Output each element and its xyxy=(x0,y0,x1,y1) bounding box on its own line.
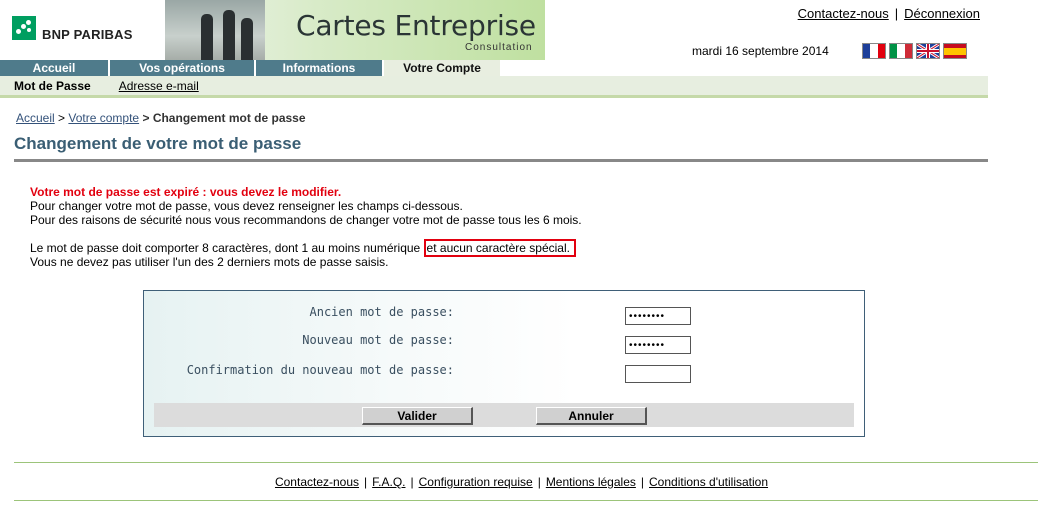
password-info: Votre mot de passe est expiré : vous dev… xyxy=(30,185,582,269)
footer-links: Contactez-nous | F.A.Q. | Configuration requ… xyxy=(0,475,1043,489)
breadcrumb-separator: > xyxy=(58,111,66,125)
info-line: Vous ne devez pas utiliser l'un des 2 de… xyxy=(30,255,389,269)
password-form: Ancien mot de passe: •••••••• Nouveau mo… xyxy=(143,290,865,437)
banner: Cartes Entreprise Consultation xyxy=(165,0,545,60)
footer-divider xyxy=(14,462,1038,463)
sub-nav: Mot de Passe Adresse e-mail xyxy=(0,76,988,98)
cancel-button[interactable]: Annuler xyxy=(536,407,647,425)
spanish-flag-icon[interactable] xyxy=(943,43,967,59)
new-password-field[interactable]: •••••••• xyxy=(625,336,691,354)
nav-item-votre-compte[interactable]: Votre Compte xyxy=(384,60,500,76)
nav-item-informations[interactable]: Informations xyxy=(256,60,384,76)
page-title: Changement de votre mot de passe xyxy=(14,134,302,153)
new-password-row: Nouveau mot de passe: •••••••• xyxy=(144,333,864,355)
header: BNP PARIBAS Cartes Entreprise Consultati… xyxy=(0,0,1043,60)
password-rule: Le mot de passe doit comporter 8 caractè… xyxy=(30,239,582,257)
top-links: Contactez-nous | Déconnexion xyxy=(798,6,980,21)
subnav-current-password: Mot de Passe xyxy=(14,78,91,93)
breadcrumb-current: Changement mot de passe xyxy=(152,111,306,125)
footer-terms-link[interactable]: Conditions d'utilisation xyxy=(649,475,768,489)
breadcrumb-home[interactable]: Accueil xyxy=(16,111,55,125)
separator: | xyxy=(894,6,899,21)
banner-title: Cartes Entreprise xyxy=(296,9,536,42)
breadcrumb-account[interactable]: Votre compte xyxy=(68,111,139,125)
old-password-label: Ancien mot de passe: xyxy=(309,305,455,319)
footer-faq-link[interactable]: F.A.Q. xyxy=(372,475,405,489)
banner-subtitle: Consultation xyxy=(465,42,533,53)
stars-logo-icon xyxy=(12,15,36,40)
separator: | xyxy=(537,475,541,489)
info-line: Pour changer votre mot de passe, vous de… xyxy=(30,199,463,213)
nav-item-operations[interactable]: Vos opérations xyxy=(110,60,256,76)
footer-legal-link[interactable]: Mentions légales xyxy=(546,475,636,489)
separator: | xyxy=(640,475,644,489)
expired-warning: Votre mot de passe est expiré : vous dev… xyxy=(30,185,342,199)
footer-contact-link[interactable]: Contactez-nous xyxy=(275,475,359,489)
title-divider xyxy=(14,159,988,162)
footer-config-link[interactable]: Configuration requise xyxy=(419,475,533,489)
subnav-email-link[interactable]: Adresse e-mail xyxy=(119,79,199,93)
new-password-label: Nouveau mot de passe: xyxy=(302,333,454,347)
breadcrumb: Accueil > Votre compte > Changement mot … xyxy=(16,111,306,125)
separator: | xyxy=(410,475,414,489)
language-selector xyxy=(862,43,967,59)
password-rule-text: Le mot de passe doit comporter 8 caractè… xyxy=(30,241,424,255)
info-line: Pour des raisons de sécurité nous vous r… xyxy=(30,213,582,227)
footer-divider xyxy=(14,500,1038,501)
italian-flag-icon[interactable] xyxy=(889,43,913,59)
confirm-password-label: Confirmation du nouveau mot de passe: xyxy=(186,363,454,377)
nav-item-accueil[interactable]: Accueil xyxy=(0,60,110,76)
confirm-password-row: Confirmation du nouveau mot de passe: xyxy=(144,363,864,385)
logout-link[interactable]: Déconnexion xyxy=(904,6,980,21)
businessmen-photo xyxy=(165,0,265,60)
french-flag-icon[interactable] xyxy=(862,43,886,59)
contact-link[interactable]: Contactez-nous xyxy=(798,6,889,21)
submit-button[interactable]: Valider xyxy=(362,407,473,425)
uk-flag-icon[interactable] xyxy=(916,43,940,59)
highlighted-rule: et aucun caractère spécial. xyxy=(423,239,576,257)
main-nav: Accueil Vos opérations Informations Votr… xyxy=(0,60,500,76)
form-button-bar: Valider Annuler xyxy=(154,403,854,427)
logo-text: BNP PARIBAS xyxy=(42,27,133,42)
old-password-field[interactable]: •••••••• xyxy=(625,307,691,325)
bnp-paribas-logo[interactable]: BNP PARIBAS xyxy=(12,13,133,42)
separator: | xyxy=(364,475,368,489)
old-password-row: Ancien mot de passe: •••••••• xyxy=(144,305,864,327)
breadcrumb-separator: > xyxy=(142,111,150,125)
confirm-password-field[interactable] xyxy=(625,365,691,383)
current-date: mardi 16 septembre 2014 xyxy=(692,44,829,58)
